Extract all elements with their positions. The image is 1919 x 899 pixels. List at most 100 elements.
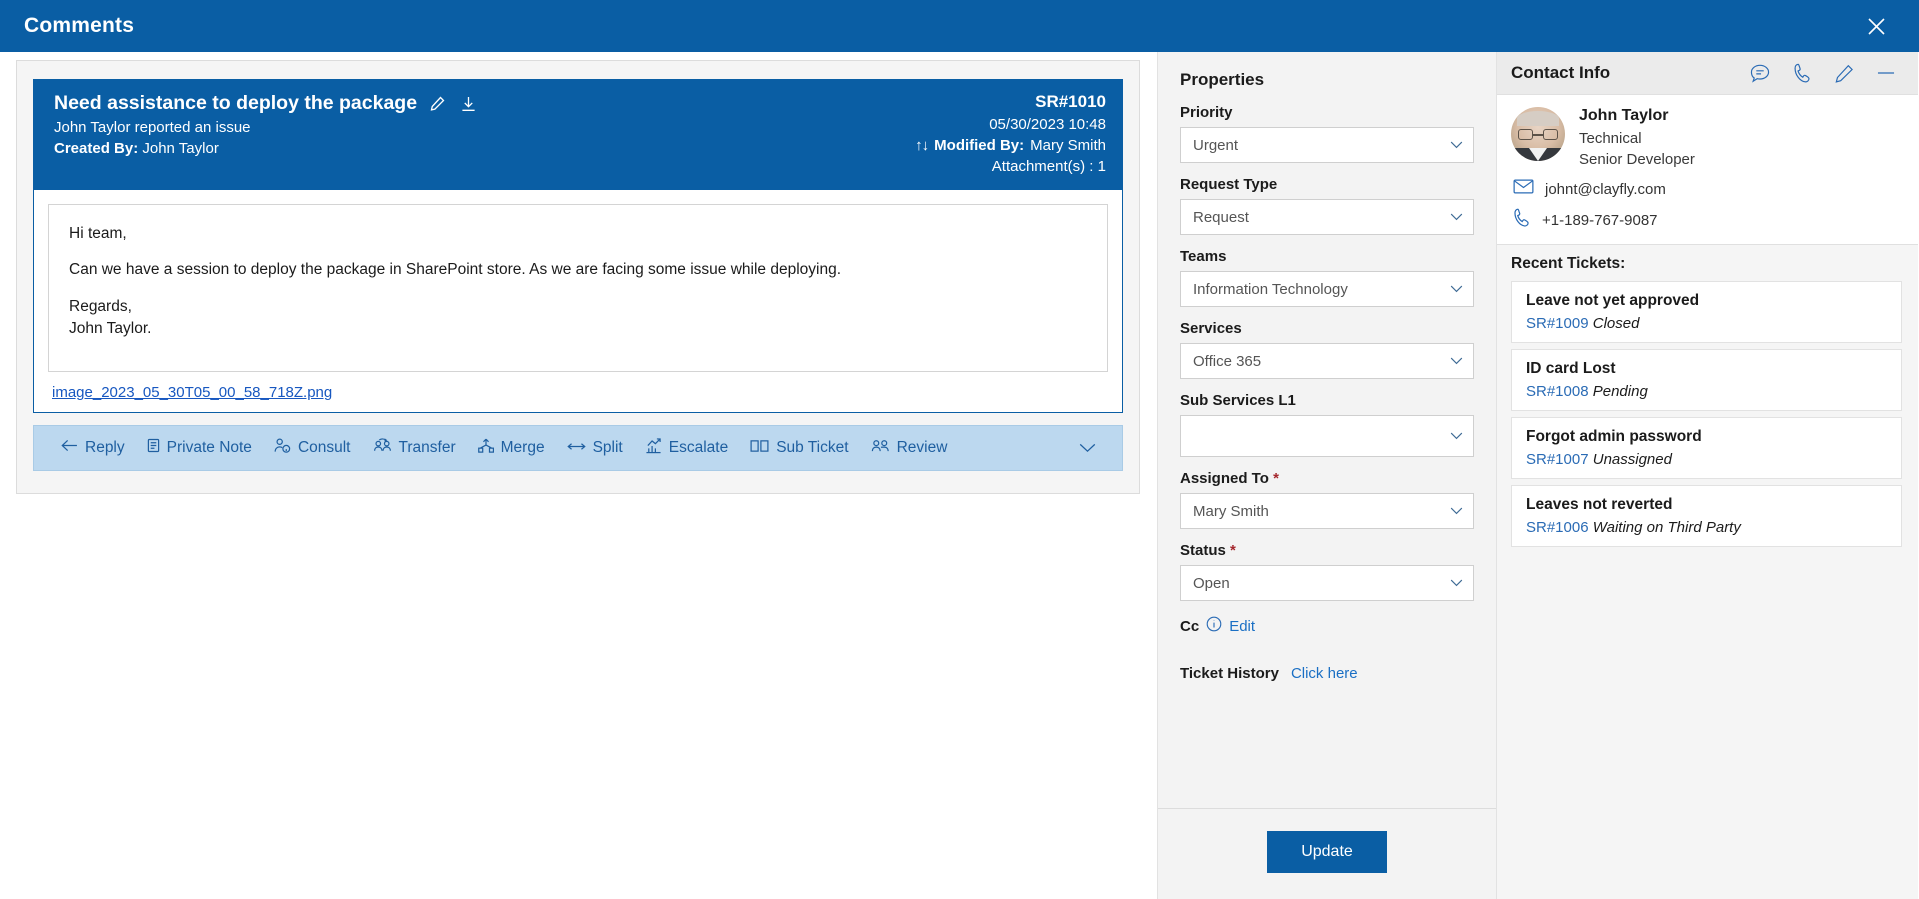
- recent-ticket-id[interactable]: SR#1008: [1526, 383, 1589, 400]
- recent-ticket-item[interactable]: Leave not yet approved SR#1009 Closed: [1511, 281, 1902, 343]
- select-value: Office 365: [1193, 352, 1262, 370]
- workspace: Need assistance to deploy the package Jo…: [0, 52, 1919, 899]
- recent-tickets-section: Recent Tickets: Leave not yet approved S…: [1497, 245, 1918, 553]
- created-by-value: John Taylor: [142, 140, 219, 157]
- request-type-select[interactable]: Request: [1180, 199, 1474, 235]
- recent-ticket-id[interactable]: SR#1006: [1526, 519, 1589, 536]
- chevron-down-icon: [1450, 208, 1463, 226]
- action-label: Consult: [297, 439, 351, 456]
- update-button[interactable]: Update: [1267, 831, 1387, 873]
- action-consult[interactable]: Consult: [263, 426, 362, 470]
- action-private-note[interactable]: Private Note: [136, 426, 263, 470]
- field-label-text: Status: [1180, 542, 1226, 559]
- attachments-label: Attachment(s) :: [991, 158, 1094, 175]
- properties-heading: Properties: [1180, 70, 1265, 89]
- status-select[interactable]: Open: [1180, 565, 1474, 601]
- action-label: Reply: [85, 439, 125, 456]
- contact-department: Technical: [1579, 130, 1642, 147]
- split-arrows-icon: [566, 439, 586, 457]
- cc-edit-link[interactable]: Edit: [1229, 618, 1255, 635]
- ticket-history-link[interactable]: Click here: [1291, 665, 1358, 682]
- field-assigned-to: Assigned To * Mary Smith: [1180, 470, 1474, 542]
- action-toolbar: Reply Private Note Consult Transfer Merg…: [33, 425, 1123, 471]
- action-escalate[interactable]: Escalate: [634, 426, 739, 470]
- message-signoff: Regards,: [69, 297, 132, 315]
- conversation-column: Need assistance to deploy the package Jo…: [0, 52, 1157, 899]
- action-merge[interactable]: Merge: [467, 426, 556, 470]
- action-transfer[interactable]: Transfer: [362, 426, 467, 470]
- transfer-people-icon: [373, 438, 392, 458]
- recent-ticket-id[interactable]: SR#1009: [1526, 315, 1589, 332]
- field-sub-services-l1: Sub Services L1: [1180, 392, 1474, 470]
- properties-spacer: [1180, 682, 1474, 808]
- created-by-label: Created By:: [54, 140, 139, 157]
- ticket-body: Hi team, Can we have a session to deploy…: [33, 190, 1123, 413]
- ticket-header-left: Need assistance to deploy the package Jo…: [54, 92, 479, 157]
- assigned-to-select[interactable]: Mary Smith: [1180, 493, 1474, 529]
- ticket-modified-by: ↑↓ Modified By: Mary Smith: [915, 137, 1106, 154]
- field-status: Status * Open: [1180, 542, 1474, 614]
- contact-role: Senior Developer: [1579, 151, 1695, 168]
- ticket-header-right: SR#1010 05/30/2023 10:48 ↑↓ Modified By:…: [915, 92, 1106, 175]
- cc-row: Cc Edit: [1180, 616, 1474, 637]
- pencil-icon[interactable]: [427, 93, 448, 114]
- recent-ticket-meta: SR#1007 Unassigned: [1526, 451, 1887, 468]
- contact-email-row[interactable]: johnt@clayfly.com: [1511, 179, 1902, 199]
- select-value: Open: [1193, 574, 1230, 592]
- recent-ticket-status: Closed: [1592, 315, 1640, 332]
- ticket-title-row: Need assistance to deploy the package: [54, 92, 479, 115]
- priority-select[interactable]: Urgent: [1180, 127, 1474, 163]
- mail-icon: [1513, 179, 1534, 199]
- action-reply[interactable]: Reply: [50, 426, 136, 470]
- services-select[interactable]: Office 365: [1180, 343, 1474, 379]
- field-label: Priority: [1180, 104, 1233, 121]
- ticket-subtitle: John Taylor reported an issue: [54, 119, 251, 136]
- recent-ticket-item[interactable]: Forgot admin password SR#1007 Unassigned: [1511, 417, 1902, 479]
- recent-ticket-item[interactable]: ID card Lost SR#1008 Pending: [1511, 349, 1902, 411]
- people-icon: [871, 438, 890, 458]
- conversation-card: Need assistance to deploy the package Jo…: [16, 60, 1140, 494]
- teams-select[interactable]: Information Technology: [1180, 271, 1474, 307]
- select-value: Mary Smith: [1193, 502, 1269, 520]
- download-icon[interactable]: [458, 93, 479, 114]
- pencil-icon[interactable]: [1832, 61, 1856, 85]
- sub-services-l1-select[interactable]: [1180, 415, 1474, 457]
- chevron-down-icon: [1450, 574, 1463, 592]
- attachment-link[interactable]: image_2023_05_30T05_00_58_718Z.png: [52, 384, 332, 401]
- action-review[interactable]: Review: [860, 426, 959, 470]
- contact-info-heading: Contact Info: [1511, 63, 1611, 82]
- chat-icon[interactable]: [1748, 61, 1772, 85]
- ticket-attachments: Attachment(s) : 1: [992, 158, 1106, 175]
- recent-ticket-item[interactable]: Leaves not reverted SR#1006 Waiting on T…: [1511, 485, 1902, 547]
- select-value: Urgent: [1193, 136, 1239, 154]
- modified-by-value: Mary Smith: [1030, 137, 1106, 154]
- phone-icon[interactable]: [1790, 61, 1814, 85]
- arrow-left-icon: [61, 439, 78, 457]
- ticket-header: Need assistance to deploy the package Jo…: [33, 79, 1123, 190]
- recent-ticket-meta: SR#1006 Waiting on Third Party: [1526, 519, 1887, 536]
- merge-icon: [477, 438, 494, 459]
- contact-info-panel: Contact Info John Taylor Technical Senio…: [1497, 52, 1918, 899]
- cc-label: Cc: [1180, 618, 1200, 635]
- contact-phone-row[interactable]: +1-189-767-9087: [1511, 208, 1902, 232]
- action-sub-ticket[interactable]: Sub Ticket: [739, 426, 859, 470]
- field-label: Sub Services L1: [1180, 392, 1296, 409]
- modified-by-label: Modified By:: [934, 137, 1025, 154]
- sort-arrows-icon[interactable]: ↑↓: [915, 137, 929, 154]
- chevron-down-icon: [1450, 502, 1463, 520]
- minimize-icon[interactable]: [1874, 61, 1898, 85]
- message-body: Hi team, Can we have a session to deploy…: [48, 204, 1108, 372]
- ticket-title: Need assistance to deploy the package: [54, 92, 418, 114]
- recent-ticket-title: ID card Lost: [1526, 360, 1616, 377]
- close-icon[interactable]: [1859, 9, 1893, 43]
- contact-person: John Taylor Technical Senior Developer: [1511, 107, 1902, 170]
- chevron-down-icon[interactable]: [1079, 443, 1108, 453]
- recent-ticket-id[interactable]: SR#1007: [1526, 451, 1589, 468]
- info-circle-icon[interactable]: [1206, 616, 1222, 637]
- message-greeting: Hi team,: [69, 225, 127, 242]
- action-split[interactable]: Split: [556, 426, 634, 470]
- avatar: [1511, 107, 1565, 161]
- select-value: Information Technology: [1193, 280, 1348, 298]
- recent-ticket-meta: SR#1009 Closed: [1526, 315, 1887, 332]
- field-label: Services: [1180, 320, 1242, 337]
